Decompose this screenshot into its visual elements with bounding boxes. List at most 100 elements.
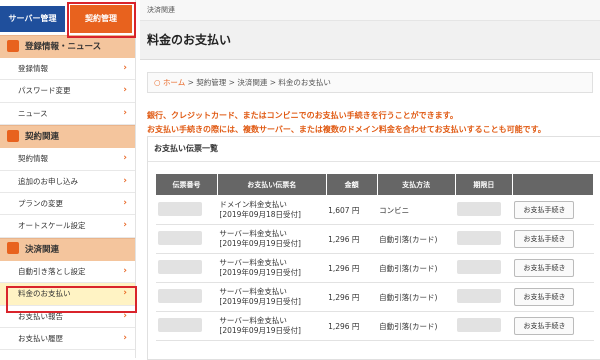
panel-title: お支払い伝票一覧: [148, 137, 600, 162]
column-header: 支払方法: [376, 173, 456, 196]
slip-name-cell: サーバー料金支払い [2019年09月19日受付]: [217, 224, 327, 254]
column-header: 金額: [325, 173, 378, 196]
section-contract: 契約関連: [0, 125, 135, 149]
sidebar-item-label: お支払い履歴: [18, 333, 63, 343]
breadcrumb: ○ ホーム > 契約管理 > 決済関連 > 料金のお支払い: [147, 72, 593, 93]
slip-name-cell: サーバー料金支払い [2019年09月19日受付]: [217, 311, 327, 341]
redacted-value: [457, 318, 502, 332]
chevron-right-icon: ›: [123, 63, 127, 73]
slip-number-cell: [155, 282, 218, 312]
redacted-value: [157, 289, 202, 303]
slip-name-cell: サーバー料金支払い [2019年09月19日受付]: [217, 282, 327, 312]
chevron-right-icon: ›: [123, 197, 127, 208]
sidebar-item-plan-change[interactable]: プランの変更 ›: [0, 193, 135, 216]
slip-name-cell: ドメイン料金支払い [2019年09月18日受付]: [217, 195, 327, 225]
sidebar-item-payment-history[interactable]: お支払い履歴 ›: [0, 328, 135, 351]
slip-number-cell: [155, 224, 218, 254]
slip-number-cell: [155, 195, 218, 225]
method-cell: コンビニ: [377, 195, 456, 225]
sidebar-item-label: 登録情報: [18, 64, 48, 73]
slip-name-cell: サーバー料金支払い [2019年09月19日受付]: [217, 253, 327, 283]
due-date-cell: [455, 282, 513, 312]
notice-line: お支払い手続きの際には、複数サーバー、または複数のドメイン料金を合わせてお支払い…: [147, 125, 546, 134]
amount-cell: 1,296 円: [326, 311, 378, 341]
notice-text: 銀行、クレジットカード、またはコンビニでのお支払い手続きを行うことができます。 …: [147, 109, 600, 137]
sidebar-item-auto-debit[interactable]: 自動引き落とし設定 ›: [0, 261, 135, 284]
slip-name: サーバー料金支払い: [219, 287, 287, 296]
column-header: [511, 173, 595, 196]
sidebar-item-label: オートスケール設定: [18, 221, 86, 231]
table-row: サーバー料金支払い [2019年09月19日受付] 1,296 円 自動引落(カー…: [155, 253, 594, 283]
breadcrumb-path: > 契約管理 > 決済関連 > 料金のお支払い: [187, 78, 331, 87]
redacted-value: [457, 260, 502, 274]
slip-name: サーバー料金支払い: [219, 258, 287, 267]
sidebar-item-contract-info[interactable]: 契約情報 ›: [0, 148, 135, 171]
due-date-cell: [455, 253, 513, 283]
sidebar-item-news[interactable]: ニュース ›: [0, 103, 135, 126]
pay-procedure-button[interactable]: お支払手続き: [514, 201, 575, 219]
amount-cell: 1,296 円: [326, 224, 378, 254]
slip-date: [2019年09月19日受付]: [219, 326, 301, 335]
notice-line: 銀行、クレジットカード、またはコンビニでのお支払い手続きを行うことができます。: [147, 111, 458, 120]
table-header-row: 伝票番号 お支払い伝票名 金額 支払方法 期限日: [155, 173, 595, 196]
section-registration-news: 登録情報・ニュース: [0, 35, 135, 58]
sidebar-item-label: 自動引き落とし設定: [18, 266, 86, 276]
slip-name: サーバー料金支払い: [219, 229, 287, 238]
circle-bullet-icon: ○: [154, 78, 161, 87]
redacted-value: [157, 202, 202, 216]
chevron-right-icon: ›: [123, 220, 127, 231]
action-cell: お支払手続き: [512, 195, 594, 225]
slip-number-cell: [155, 253, 218, 283]
chevron-right-icon: ›: [123, 107, 127, 118]
action-cell: お支払手続き: [512, 224, 594, 254]
table-row: サーバー料金支払い [2019年09月19日受付] 1,296 円 自動引落(カー…: [155, 224, 594, 254]
highlight-contract-tab: [67, 2, 136, 38]
slip-number-cell: [155, 311, 218, 341]
highlight-payment-item: [6, 286, 137, 313]
calculator-icon: [7, 242, 19, 255]
section-label: 決済関連: [25, 244, 60, 255]
method-cell: 自動引落(カード): [377, 224, 456, 254]
main-content: 決済関連 料金のお支払い ○ ホーム > 契約管理 > 決済関連 > 料金のお支…: [140, 0, 600, 360]
amount-cell: 1,607 円: [326, 195, 378, 225]
pay-procedure-button[interactable]: お支払手続き: [514, 259, 575, 277]
pay-procedure-button[interactable]: お支払手続き: [514, 288, 575, 306]
pay-procedure-button[interactable]: お支払手続き: [514, 230, 575, 248]
redacted-value: [457, 202, 502, 216]
sidebar-item-label: ニュース: [18, 108, 48, 118]
due-date-cell: [455, 224, 513, 254]
action-cell: お支払手続き: [512, 311, 594, 341]
sidebar-item-registration[interactable]: 登録情報 ›: [0, 58, 135, 81]
payment-slip-panel: お支払い伝票一覧 伝票番号 お支払い伝票名 金額 支払方法 期限日 ドメイン料金…: [147, 136, 600, 360]
amount-cell: 1,296 円: [326, 253, 378, 283]
pay-procedure-button[interactable]: お支払手続き: [514, 317, 575, 335]
table-row: サーバー料金支払い [2019年09月19日受付] 1,296 円 自動引落(カー…: [155, 282, 594, 312]
user-icon: [7, 39, 19, 52]
redacted-value: [457, 231, 502, 245]
sidebar-item-label: パスワード変更: [18, 86, 71, 96]
sidebar-item-password[interactable]: パスワード変更 ›: [0, 80, 135, 103]
sidebar-item-autoscale[interactable]: オートスケール設定 ›: [0, 215, 135, 238]
page-title: 料金のお支払い: [140, 21, 600, 60]
chevron-right-icon: ›: [123, 85, 127, 96]
chevron-right-icon: ›: [123, 153, 127, 164]
topbar-category: 決済関連: [140, 0, 600, 21]
redacted-value: [157, 231, 202, 245]
action-cell: お支払手続き: [512, 282, 594, 312]
method-cell: 自動引落(カード): [377, 282, 456, 312]
section-label: 登録情報・ニュース: [25, 42, 102, 52]
sidebar-item-additional-order[interactable]: 追加のお申し込み ›: [0, 171, 135, 193]
breadcrumb-home-link[interactable]: ホーム: [163, 78, 185, 87]
table-row: ドメイン料金支払い [2019年09月18日受付] 1,607 円 コンビニ お支…: [155, 195, 594, 225]
tab-server-management[interactable]: サーバー管理: [0, 6, 65, 32]
chevron-right-icon: ›: [123, 332, 127, 343]
method-cell: 自動引落(カード): [377, 311, 456, 341]
payment-slip-table: 伝票番号 お支払い伝票名 金額 支払方法 期限日 ドメイン料金支払い [2019年…: [155, 173, 595, 341]
slip-name: ドメイン料金支払い: [219, 200, 287, 209]
due-date-cell: [455, 195, 513, 225]
action-cell: お支払手続き: [512, 253, 594, 283]
redacted-value: [157, 260, 202, 274]
document-icon: [7, 129, 19, 142]
chevron-right-icon: ›: [123, 175, 127, 186]
slip-date: [2019年09月18日受付]: [219, 210, 301, 219]
